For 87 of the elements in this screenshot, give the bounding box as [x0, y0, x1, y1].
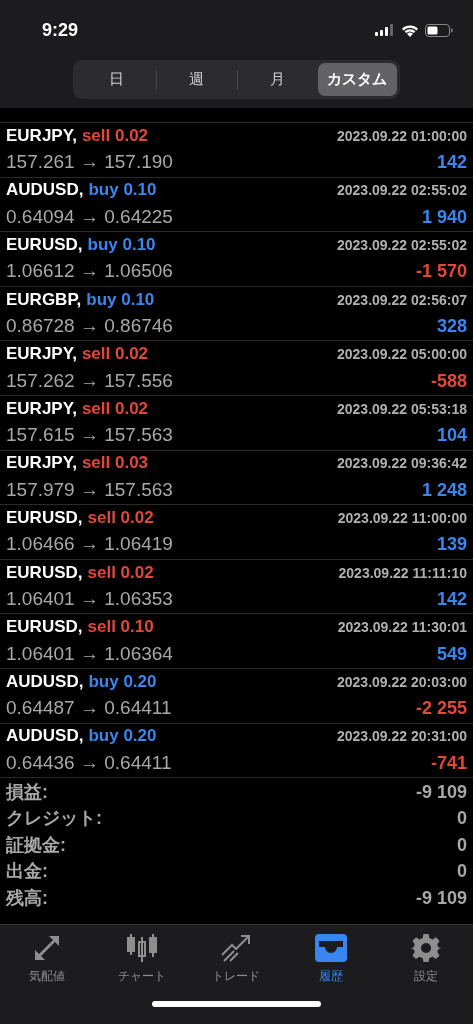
trend-arrow-icon	[220, 933, 253, 963]
period-tab[interactable]: 日	[76, 63, 157, 96]
price-range: 0.64436 → 0.64411	[6, 750, 172, 775]
price-range: 1.06612 → 1.06506	[6, 259, 173, 284]
price-range: 157.615 → 157.563	[6, 423, 173, 448]
symbol-label: AUDUSD,	[6, 725, 84, 748]
symbol-label: EURUSD,	[6, 616, 83, 639]
profit-value: -588	[430, 369, 467, 393]
profit-value: -2 255	[415, 697, 467, 721]
summary-value: 0	[457, 807, 467, 831]
profit-value: 328	[436, 315, 467, 339]
profit-value: 142	[436, 151, 467, 175]
period-tab[interactable]: 週	[157, 63, 237, 96]
deal-side: sell 0.02	[81, 397, 149, 420]
deal-time: 2023.09.22 20:03:00	[337, 672, 467, 692]
deal-time: 2023.09.22 05:00:00	[337, 345, 467, 365]
price-range: 157.979 → 157.563	[6, 477, 173, 502]
deal-time: 2023.09.22 20:31:00	[337, 727, 467, 747]
summary-label: クレジット:	[6, 807, 102, 831]
period-tab[interactable]: カスタム	[317, 63, 397, 96]
price-range: 1.06466 → 1.06419	[6, 532, 173, 557]
deal-side: sell 0.02	[81, 343, 149, 366]
period-tab[interactable]: 月	[237, 63, 317, 96]
deal-time: 2023.09.22 11:30:01	[337, 618, 467, 638]
deal-time: 2023.09.22 02:55:02	[337, 181, 467, 201]
profit-value: 104	[436, 424, 467, 448]
summary-value: -9 109	[415, 886, 467, 910]
summary-value: 0	[457, 860, 467, 884]
profit-value: -1 570	[415, 260, 467, 284]
profit-value: 142	[436, 588, 467, 612]
summary-value: -9 109	[415, 780, 467, 804]
tab-bar-item[interactable]: トレード	[189, 933, 284, 990]
inbox-icon	[315, 933, 348, 963]
tab-bar-item[interactable]: 履歴	[283, 933, 379, 990]
summary-label: 出金:	[6, 860, 48, 884]
symbol-label: EURJPY,	[6, 452, 77, 475]
summary-label: 残高:	[6, 886, 48, 910]
signal-icon	[375, 24, 395, 36]
deal-side: sell 0.02	[87, 561, 154, 584]
profit-value: 549	[436, 642, 467, 666]
wifi-icon	[401, 23, 419, 37]
price-range: 157.261 → 157.190	[6, 150, 173, 175]
summary-label: 損益:	[6, 780, 48, 804]
battery-icon	[425, 23, 453, 37]
tab-bar-item[interactable]: チャート	[94, 933, 190, 990]
deal-time: 2023.09.22 05:53:18	[337, 399, 467, 419]
deal-side: buy 0.10	[88, 179, 157, 202]
tab-bar-item[interactable]: 気配値	[0, 933, 95, 990]
profit-value: 139	[436, 533, 467, 557]
summary-label: 証拠金:	[6, 833, 66, 857]
price-range: 0.86728 → 0.86746	[6, 314, 173, 339]
symbol-label: EURGBP,	[6, 288, 82, 311]
symbol-label: EURJPY,	[6, 343, 77, 366]
status-time: 9:29	[42, 18, 79, 42]
profit-value: -741	[430, 751, 467, 775]
deal-time: 2023.09.22 02:56:07	[337, 290, 467, 310]
price-range: 0.64487 → 0.64411	[6, 696, 172, 721]
symbol-label: EURUSD,	[6, 234, 83, 256]
price-range: 1.06401 → 1.06353	[6, 587, 173, 612]
deal-side: buy 0.20	[88, 670, 157, 693]
symbol-label: EURJPY,	[6, 397, 77, 420]
candlestick-icon	[125, 933, 158, 963]
deal-side: sell 0.02	[81, 124, 149, 147]
profit-value: 1 940	[421, 205, 467, 229]
price-range: 0.64094 → 0.64225	[6, 204, 173, 229]
symbol-label: AUDUSD,	[6, 179, 84, 202]
deal-side: sell 0.03	[81, 452, 149, 475]
deal-time: 2023.09.22 11:11:10	[338, 563, 467, 583]
deal-time: 2023.09.22 01:00:00	[337, 126, 467, 146]
settings-icon	[410, 933, 441, 963]
symbol-label: EURUSD,	[6, 506, 83, 529]
symbol-label: AUDUSD,	[6, 670, 84, 693]
symbol-label: EURUSD,	[6, 561, 83, 584]
deal-side: sell 0.10	[87, 616, 154, 639]
deal-time: 2023.09.22 09:36:42	[337, 454, 467, 474]
deal-side: buy 0.10	[86, 288, 155, 311]
symbol-label: EURJPY,	[6, 124, 77, 147]
deal-side: sell 0.02	[87, 506, 154, 529]
deal-side: buy 0.20	[88, 725, 157, 748]
deal-side: buy 0.10	[87, 234, 156, 256]
price-range: 1.06401 → 1.06364	[6, 641, 173, 666]
deal-time: 2023.09.22 11:00:00	[337, 508, 467, 528]
profit-value: 1 248	[421, 478, 467, 502]
deal-time: 2023.09.22 02:55:02	[337, 236, 467, 255]
summary-value: 0	[457, 833, 467, 857]
price-range: 157.262 → 157.556	[6, 368, 173, 393]
tab-bar-item[interactable]: 設定	[378, 933, 473, 990]
